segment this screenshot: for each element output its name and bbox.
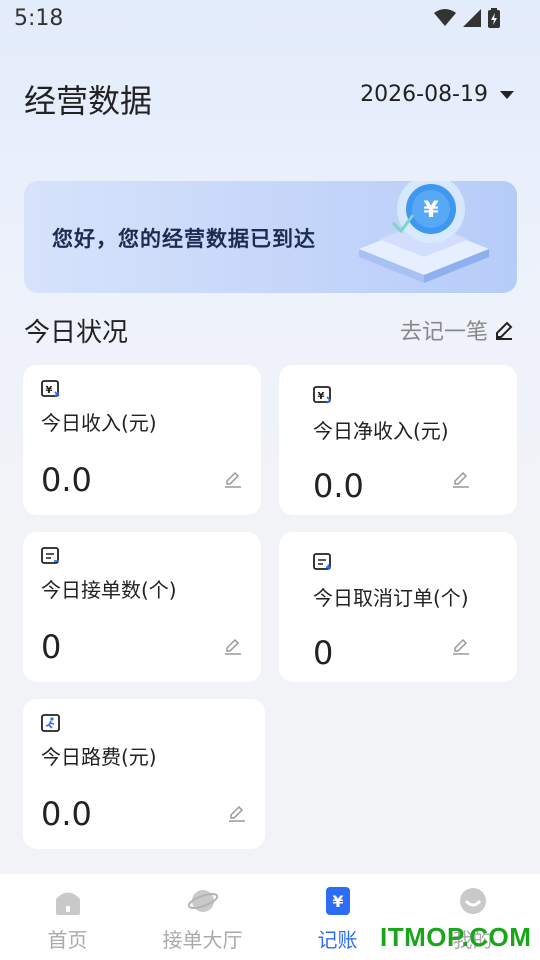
home-icon <box>55 892 80 915</box>
planet-icon <box>187 890 218 912</box>
svg-text:¥: ¥ <box>423 198 439 223</box>
edit-icon[interactable] <box>451 469 471 489</box>
road-fee-card[interactable]: 今日路费(元) 0.0 <box>23 699 265 849</box>
card-label: 今日收入(元) <box>41 411 157 435</box>
card-label: 今日接单数(个) <box>41 578 177 602</box>
edit-icon[interactable] <box>223 469 243 489</box>
status-time: 5:18 <box>14 6 64 31</box>
net-income-icon: ¥ <box>313 386 332 404</box>
edit-icon[interactable] <box>223 636 243 656</box>
income-icon: ¥ <box>41 380 60 397</box>
section-title: 今日状况 <box>24 318 129 348</box>
cancel-orders-card[interactable]: 今日取消订单(个) 0 <box>279 532 517 682</box>
edit-icon[interactable] <box>227 803 247 823</box>
tab-order-hall[interactable]: 接单大厅 <box>135 874 270 960</box>
page-title: 经营数据 <box>24 82 153 120</box>
record-link-label: 去记一笔 <box>399 320 488 345</box>
profile-icon <box>459 888 486 914</box>
date-picker[interactable]: 2026-08-19 <box>360 82 514 107</box>
svg-text:¥: ¥ <box>332 892 343 911</box>
status-bar: 5:18 <box>0 0 540 38</box>
tab-label: 接单大厅 <box>162 928 243 952</box>
coin-platform-illustration: ¥ <box>359 181 489 283</box>
chevron-down-icon <box>500 90 514 99</box>
card-label: 今日净收入(元) <box>313 419 449 443</box>
card-value: 0 <box>313 634 334 672</box>
income-card[interactable]: ¥ 今日收入(元) 0.0 <box>23 365 261 515</box>
card-label: 今日路费(元) <box>41 745 157 769</box>
card-label: 今日取消订单(个) <box>313 586 469 610</box>
welcome-banner: 您好，您的经营数据已到达 ¥ <box>24 181 517 293</box>
yuan-icon: ¥ <box>325 887 350 915</box>
banner-text: 您好，您的经营数据已到达 <box>52 227 316 251</box>
record-entry-link[interactable]: 去记一笔 <box>400 314 514 346</box>
card-value: 0.0 <box>313 467 364 505</box>
road-fee-icon <box>41 714 60 732</box>
wifi-icon <box>434 9 456 26</box>
pencil-icon <box>496 321 513 340</box>
battery-icon <box>488 8 500 28</box>
orders-icon <box>41 547 59 564</box>
cancel-orders-icon <box>313 553 331 570</box>
edit-icon[interactable] <box>451 636 471 656</box>
status-icons <box>434 8 500 28</box>
watermark-text: ITMOP.COM <box>380 922 532 952</box>
tab-label: 首页 <box>47 928 88 952</box>
date-text: 2026-08-19 <box>360 82 488 107</box>
card-value: 0.0 <box>41 461 92 499</box>
net-income-card[interactable]: ¥ 今日净收入(元) 0.0 <box>279 365 517 515</box>
svg-text:¥: ¥ <box>46 385 53 396</box>
card-value: 0 <box>41 628 62 666</box>
signal-icon <box>463 9 481 27</box>
card-value: 0.0 <box>41 795 92 833</box>
svg-text:¥: ¥ <box>318 391 325 402</box>
tab-home[interactable]: 首页 <box>0 874 135 960</box>
orders-card[interactable]: 今日接单数(个) 0 <box>23 532 261 682</box>
